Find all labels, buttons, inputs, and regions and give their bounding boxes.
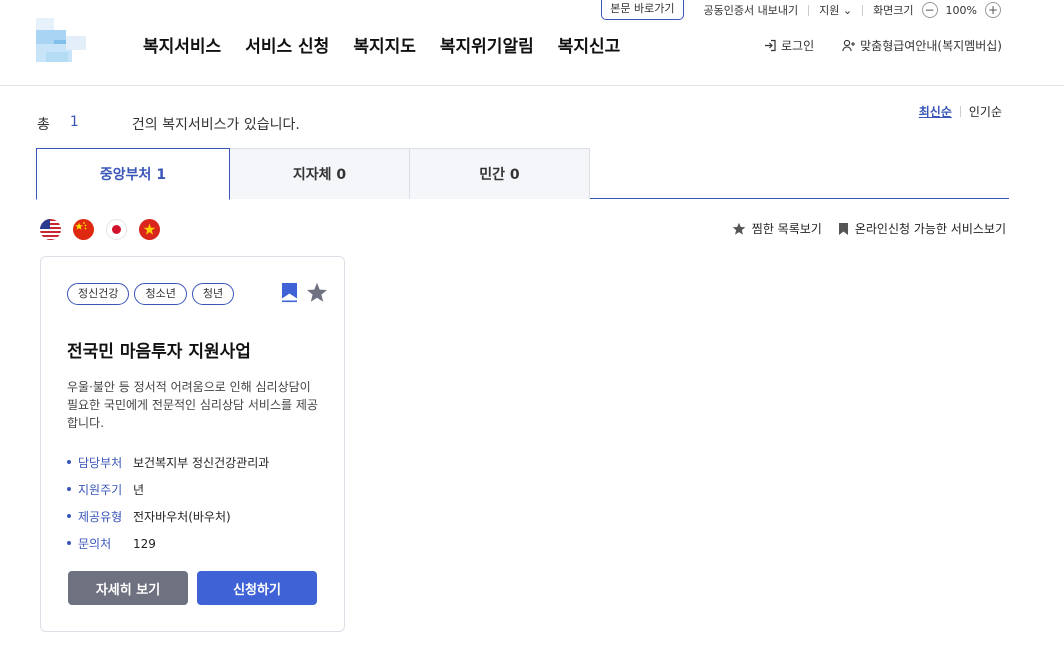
certificate-export-link[interactable]: 공동인증서 내보내기 <box>704 2 799 18</box>
info-row: 담당부처 보건복지부 정신건강관리과 <box>67 449 269 476</box>
info-value: 년 <box>133 483 145 497</box>
sort-options: 최신순 인기순 <box>919 103 1002 120</box>
tag-youth[interactable]: 청소년 <box>134 283 187 305</box>
category-tabs: 중앙부처 1 지자체 0 민간 0 <box>36 148 1009 200</box>
info-value: 전자바우처(바우처) <box>133 510 231 524</box>
login-label: 로그인 <box>781 39 815 53</box>
nav-welfare-map[interactable]: 복지지도 <box>353 32 416 57</box>
favorites-list-label: 찜한 목록보기 <box>751 222 822 236</box>
result-prefix: 총 <box>37 117 50 133</box>
sort-latest[interactable]: 최신순 <box>919 103 952 120</box>
favorite-star-icon[interactable] <box>306 282 328 303</box>
tab-local-government[interactable]: 지자체 0 <box>229 148 410 199</box>
card-actions <box>281 282 328 303</box>
language-flags <box>40 219 172 240</box>
info-row: 문의처 129 <box>67 530 269 557</box>
zoom-out-button[interactable]: − <box>921 2 938 18</box>
language-select[interactable]: 지원 ⌄ <box>819 2 852 18</box>
nav-welfare-report[interactable]: 복지신고 <box>558 32 621 57</box>
divider <box>808 4 810 16</box>
tag-young-adult[interactable]: 청년 <box>191 283 235 305</box>
favorites-list-link[interactable]: 찜한 목록보기 <box>732 220 822 237</box>
info-label: 담당부처 <box>67 454 133 471</box>
nav-service-apply[interactable]: 서비스 신청 <box>245 32 329 57</box>
membership-link[interactable]: 맞춤형급여안내(복지멤버십) <box>842 37 1002 54</box>
result-count: 총 1 건의 복지서비스가 있습니다. <box>37 114 300 134</box>
header-actions: 로그인 맞춤형급여안내(복지멤버십) <box>736 37 1002 54</box>
apply-button[interactable]: 신청하기 <box>197 571 317 605</box>
service-title[interactable]: 전국민 마음투자 지원사업 <box>67 337 251 362</box>
service-card: 정신건강 청소년 청년 전국민 마음투자 지원사업 우울·불안 등 정서적 어려… <box>40 256 345 632</box>
info-label: 제공유형 <box>67 508 133 525</box>
membership-label: 맞춤형급여안내(복지멤버십) <box>860 39 1002 53</box>
result-suffix: 건의 복지서비스가 있습니다. <box>131 117 300 133</box>
tab-central-ministry[interactable]: 중앙부처 1 <box>36 148 230 200</box>
tag-mental-health[interactable]: 정신건강 <box>67 283 130 305</box>
online-apply-bookmark-icon <box>282 283 297 303</box>
online-apply-filter-label: 온라인신청 가능한 서비스보기 <box>854 222 1006 236</box>
view-details-button[interactable]: 자세히 보기 <box>68 571 188 605</box>
language-label: 지원 <box>819 4 840 17</box>
login-icon <box>765 39 776 52</box>
vietnam-flag-icon[interactable] <box>139 219 160 240</box>
result-number: 1 <box>69 114 79 130</box>
chevron-down-icon: ⌄ <box>842 4 853 17</box>
skip-to-content-link[interactable]: 본문 바로가기 <box>601 0 684 20</box>
site-logo[interactable] <box>36 18 92 64</box>
divider <box>959 106 961 117</box>
china-flag-icon[interactable] <box>73 219 94 240</box>
info-label: 지원주기 <box>67 481 133 498</box>
us-flag-icon[interactable] <box>40 219 61 240</box>
zoom-value: 100% <box>945 3 977 17</box>
nav-welfare-services[interactable]: 복지서비스 <box>143 32 221 57</box>
nav-crisis-alert[interactable]: 복지위기알림 <box>440 32 534 57</box>
service-description: 우울·불안 등 정서적 어려움으로 인해 심리상담이 필요한 국민에게 전문적인… <box>67 380 318 430</box>
info-value: 보건복지부 정신건강관리과 <box>133 456 270 470</box>
japan-flag-icon[interactable] <box>106 219 127 240</box>
header-divider <box>0 85 1064 86</box>
bookmark-icon <box>838 222 848 235</box>
tab-private[interactable]: 민간 0 <box>409 148 590 199</box>
star-icon <box>732 222 746 235</box>
info-label: 문의처 <box>67 535 133 552</box>
zoom-label: 화면크기 <box>873 4 914 17</box>
sort-popular[interactable]: 인기순 <box>969 103 1002 120</box>
login-link[interactable]: 로그인 <box>764 37 814 54</box>
main-navigation: 복지서비스 서비스 신청 복지지도 복지위기알림 복지신고 <box>143 32 644 57</box>
utility-bar: 본문 바로가기 공동인증서 내보내기 지원 ⌄ 화면크기 − 100% + <box>601 0 1009 20</box>
service-info-list: 담당부처 보건복지부 정신건강관리과 지원주기 년 제공유형 전자바우처(바우처… <box>67 449 269 557</box>
info-row: 제공유형 전자바우처(바우처) <box>67 503 269 530</box>
online-apply-filter-link[interactable]: 온라인신청 가능한 서비스보기 <box>838 220 1006 237</box>
divider <box>862 4 864 16</box>
zoom-in-button[interactable]: + <box>985 2 1001 18</box>
info-value: 129 <box>133 536 156 551</box>
user-plus-icon <box>842 39 856 52</box>
info-row: 지원주기 년 <box>67 476 269 503</box>
tag-list: 정신건강 청소년 청년 <box>67 283 239 305</box>
list-tools: 찜한 목록보기 온라인신청 가능한 서비스보기 <box>716 220 1006 237</box>
